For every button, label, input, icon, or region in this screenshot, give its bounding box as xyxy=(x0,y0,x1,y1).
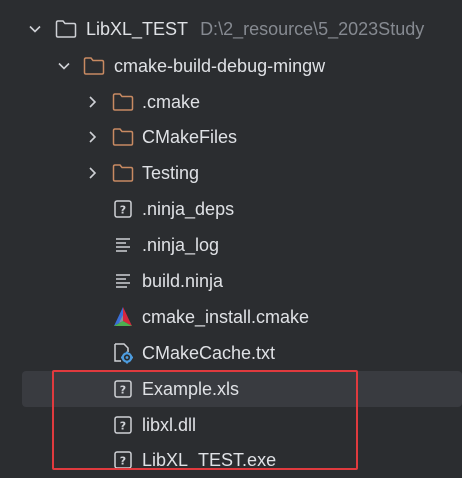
folder-icon xyxy=(112,126,134,148)
unknown-file-icon: ? xyxy=(112,198,134,220)
item-label: .ninja_log xyxy=(142,235,220,255)
chevron-down-icon[interactable] xyxy=(26,20,44,38)
tree-row-item-selected[interactable]: ? Example.xls xyxy=(22,371,462,407)
chevron-right-icon[interactable] xyxy=(83,164,101,182)
item-label: libxl.dll xyxy=(142,415,197,435)
text-file-icon xyxy=(112,234,134,256)
folder-icon xyxy=(112,162,134,184)
tree-row-item[interactable]: cmake_install.cmake xyxy=(0,299,462,335)
tree-row-item[interactable]: Testing xyxy=(0,155,462,191)
root-folder-label: LibXL_TEST D:\2_resource\5_2023Study xyxy=(86,20,424,38)
folder-icon xyxy=(112,91,134,113)
chevron-down-icon[interactable] xyxy=(55,57,73,75)
item-label: Testing xyxy=(142,163,200,183)
svg-text:?: ? xyxy=(120,384,126,397)
svg-text:?: ? xyxy=(120,420,126,433)
unknown-file-icon: ? xyxy=(112,449,134,471)
item-label: CMakeCache.txt xyxy=(142,343,276,363)
cmake-icon xyxy=(112,306,134,328)
svg-text:?: ? xyxy=(120,204,126,217)
tree-row-item[interactable]: CMakeFiles xyxy=(0,119,462,155)
tree-row-item[interactable]: .ninja_log xyxy=(0,227,462,263)
tree-row-item[interactable]: ? .ninja_deps xyxy=(0,191,462,227)
tree-row-item[interactable]: build.ninja xyxy=(0,263,462,299)
item-label: build.ninja xyxy=(142,271,224,291)
root-folder-name: LibXL_TEST xyxy=(86,19,189,39)
chevron-right-icon[interactable] xyxy=(83,93,101,111)
chevron-right-icon[interactable] xyxy=(83,128,101,146)
root-path-hint: D:\2_resource\5_2023Study xyxy=(200,19,425,39)
item-label: CMakeFiles xyxy=(142,127,238,147)
item-label: cmake_install.cmake xyxy=(142,307,310,327)
svg-text:?: ? xyxy=(120,455,126,468)
tree-row-item[interactable]: ? LibXL_TEST.exe xyxy=(0,442,462,478)
settings-file-icon xyxy=(112,342,134,364)
tree-row-root[interactable]: LibXL_TEST D:\2_resource\5_2023Study xyxy=(0,11,462,47)
item-label: .ninja_deps xyxy=(142,199,235,219)
folder-icon xyxy=(55,18,77,40)
project-tree: LibXL_TEST D:\2_resource\5_2023Study cmak… xyxy=(0,0,462,476)
tree-row-item[interactable]: .cmake xyxy=(0,84,462,120)
item-label: Example.xls xyxy=(142,379,240,399)
item-label: .cmake xyxy=(142,92,201,112)
build-dir-label: cmake-build-debug-mingw xyxy=(114,56,326,76)
text-file-icon xyxy=(112,270,134,292)
folder-icon xyxy=(83,55,105,77)
unknown-file-icon: ? xyxy=(112,414,134,436)
tree-row-build-dir[interactable]: cmake-build-debug-mingw xyxy=(0,48,462,84)
unknown-file-icon: ? xyxy=(112,378,134,400)
item-label: LibXL_TEST.exe xyxy=(142,450,277,470)
tree-row-item[interactable]: CMakeCache.txt xyxy=(0,335,462,371)
tree-row-item[interactable]: ? libxl.dll xyxy=(0,407,462,443)
